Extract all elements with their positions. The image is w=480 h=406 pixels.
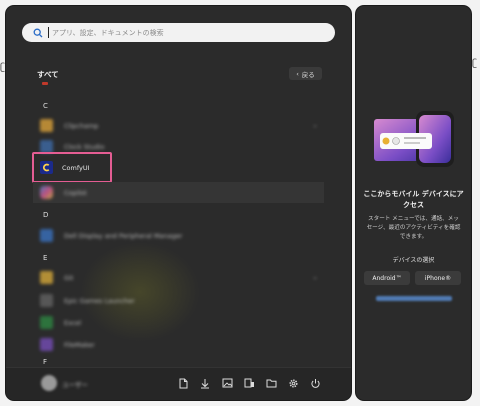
start-menu-panel: アプリ、設定、ドキュメントの検索 すべて ‹ 戻る C Clipchamp ⌄ … [6, 6, 351, 400]
folder-icon[interactable] [264, 376, 278, 390]
app-item-git[interactable]: Git ⌄ [33, 267, 326, 288]
selection-highlight-box [32, 152, 112, 183]
android-button[interactable]: Android™ [364, 271, 410, 285]
app-name: FileMaker [64, 340, 95, 349]
network-folder-icon[interactable] [242, 376, 256, 390]
app-name: Git [64, 273, 74, 282]
text-caret [48, 27, 49, 38]
document-icon[interactable] [176, 376, 190, 390]
app-item-filemaker[interactable]: FileMaker [33, 334, 326, 355]
gear-icon[interactable] [286, 376, 300, 390]
folder-icon [40, 271, 53, 284]
iphone-button[interactable]: iPhone® [415, 271, 461, 285]
back-button-label: 戻る [301, 70, 315, 79]
app-item-clipchamp[interactable]: Clipchamp ⌄ [33, 115, 326, 136]
letter-header-f[interactable]: F [43, 358, 47, 366]
app-name: Copilot [64, 188, 87, 197]
avatar[interactable] [41, 375, 57, 391]
app-name: Epic Games Launcher [64, 296, 135, 305]
app-name: Dell Display and Peripheral Manager [64, 231, 183, 240]
background-edge-glyph: ʗ [0, 62, 6, 73]
search-input[interactable]: アプリ、設定、ドキュメントの検索 [52, 28, 164, 38]
letter-header-c[interactable]: C [43, 102, 48, 110]
chevron-down-icon[interactable]: ⌄ [312, 273, 318, 281]
search-box[interactable]: アプリ、設定、ドキュメントの検索 [22, 23, 335, 42]
letter-header-d[interactable]: D [43, 211, 48, 219]
app-name: Clipchamp [64, 121, 99, 130]
app-item-excel[interactable]: Excel [33, 312, 326, 333]
app-icon [40, 294, 53, 307]
all-apps-title: すべて [37, 70, 59, 79]
download-icon[interactable] [198, 376, 212, 390]
app-item-copilot[interactable]: Copilot [33, 182, 324, 203]
app-name: Excel [64, 318, 82, 327]
chevron-down-icon[interactable]: ⌄ [312, 121, 318, 129]
pictures-icon[interactable] [220, 376, 234, 390]
phone-illustration [370, 109, 458, 169]
phone-link-panel: ここからモバイル デバイスにアクセス スタート メニューでは、通話、メッセージ、… [356, 6, 471, 400]
back-button[interactable]: ‹ 戻る [289, 67, 322, 80]
copilot-icon [40, 186, 53, 199]
device-select-label: デバイスの選択 [392, 257, 435, 264]
app-icon [40, 229, 53, 242]
power-icon[interactable] [308, 376, 322, 390]
start-footer: ユーザー [6, 367, 351, 400]
app-icon [40, 338, 53, 351]
chevron-left-icon: ‹ [296, 69, 299, 78]
phone-panel-title: ここからモバイル デバイスにアクセス [363, 190, 464, 209]
search-icon [31, 26, 45, 40]
letter-header-e[interactable]: E [43, 254, 47, 262]
app-name: Clock Studio [64, 142, 105, 151]
app-icon-partial [42, 82, 48, 85]
background-edge-glyph-right: ʗ [472, 58, 478, 69]
excel-icon [40, 316, 53, 329]
folder-icon [40, 119, 53, 132]
phone-link-blurred[interactable] [376, 296, 452, 301]
user-name[interactable]: ユーザー [62, 379, 88, 389]
app-item-epic[interactable]: Epic Games Launcher [33, 290, 326, 311]
phone-panel-description: スタート メニューでは、通話、メッセージ、最近のアクティビティを確認できます。 [366, 216, 461, 240]
